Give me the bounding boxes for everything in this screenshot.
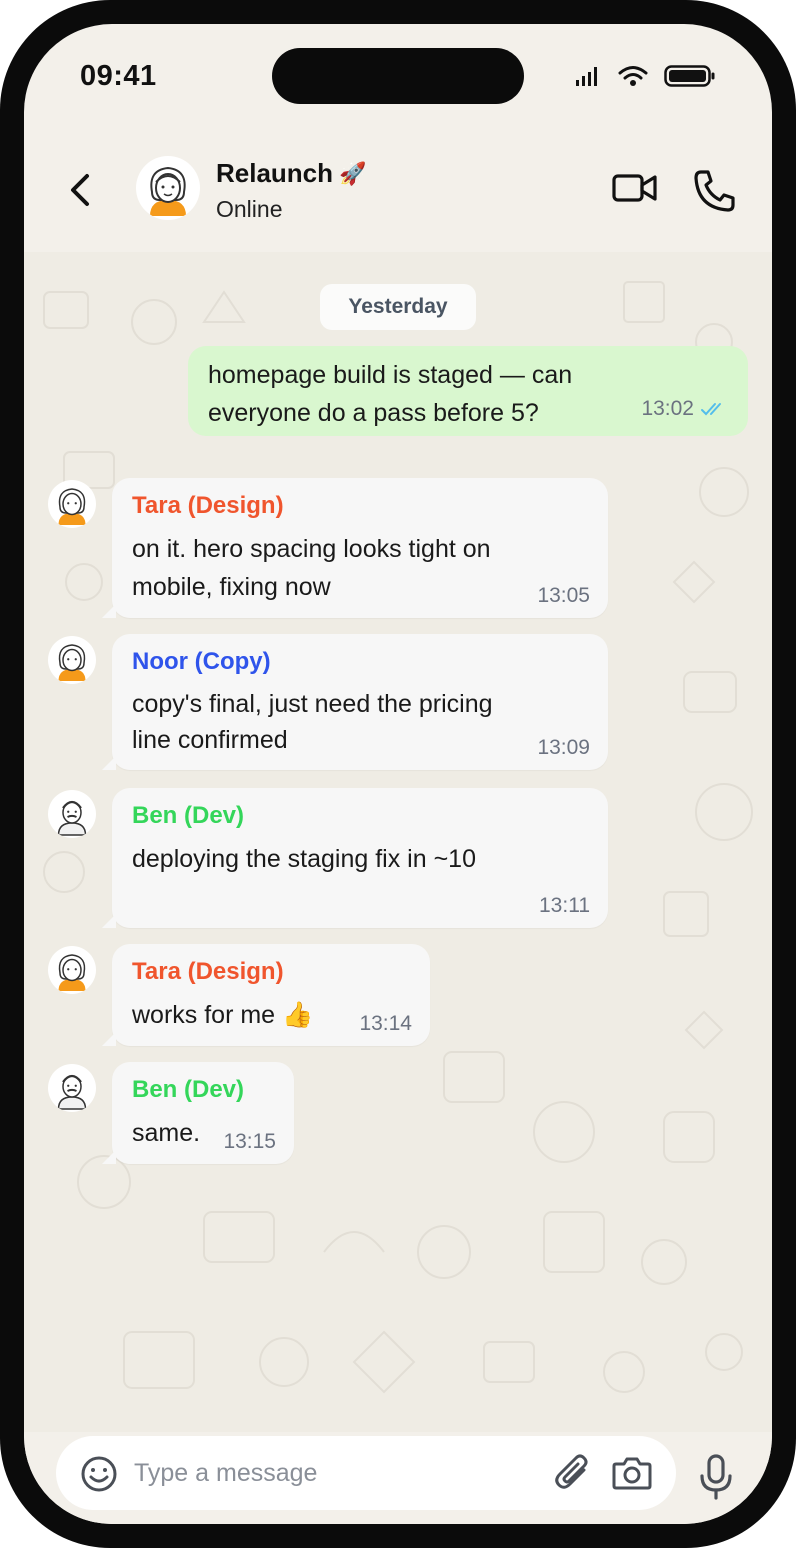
chat-header: Relaunch 🚀 Online bbox=[24, 130, 772, 252]
message-text: on it. hero spacing looks tight on mobil… bbox=[132, 530, 588, 606]
voice-call-button[interactable] bbox=[692, 168, 738, 219]
sender-name: Noor (Copy) bbox=[132, 648, 271, 675]
outgoing-time: 13:02 bbox=[641, 397, 694, 420]
status-time: 09:41 bbox=[80, 60, 157, 92]
message-line: mobile, fixing now bbox=[132, 573, 331, 601]
incoming-message[interactable]: Ben (Dev) same. 13:15 bbox=[102, 1062, 294, 1164]
message-line: line confirmed bbox=[132, 726, 288, 754]
emoji-icon bbox=[81, 1456, 117, 1492]
woman-avatar-icon bbox=[58, 488, 86, 525]
sender-avatar[interactable] bbox=[48, 946, 96, 994]
attach-button[interactable] bbox=[554, 1454, 594, 1499]
date-separator: Yesterday bbox=[320, 284, 476, 330]
wifi-icon bbox=[618, 66, 648, 86]
man-avatar-icon bbox=[57, 1074, 87, 1110]
woman-avatar-icon bbox=[58, 644, 86, 681]
composer-bar bbox=[24, 1432, 772, 1524]
emoji-button[interactable] bbox=[80, 1455, 118, 1498]
outgoing-message[interactable]: homepage build is staged — can everyone … bbox=[188, 346, 748, 436]
sender-avatar[interactable] bbox=[48, 480, 96, 528]
sender-name: Tara (Design) bbox=[132, 958, 284, 985]
sender-name: Ben (Dev) bbox=[132, 1076, 245, 1103]
outgoing-meta: 13:02 bbox=[641, 390, 728, 428]
incoming-message[interactable]: Ben (Dev) deploying the staging fix in ~… bbox=[102, 788, 608, 928]
outgoing-text-line1: homepage build is staged — can bbox=[208, 361, 573, 389]
phone-frame: 09:41 Relaunch 🚀 Online Yesterday homepa… bbox=[0, 0, 796, 1548]
woman-avatar-icon bbox=[58, 954, 86, 991]
message-text: deploying the staging fix in ~10 bbox=[132, 840, 588, 878]
phone-icon bbox=[694, 170, 735, 212]
incoming-message[interactable]: Noor (Copy) copy's final, just need the … bbox=[102, 634, 608, 770]
message-time: 13:09 bbox=[537, 736, 590, 759]
double-check-icon bbox=[701, 403, 721, 416]
sender-avatar[interactable] bbox=[48, 636, 96, 684]
sender-name: Tara (Design) bbox=[132, 492, 284, 519]
battery-icon bbox=[664, 65, 715, 87]
message-time: 13:11 bbox=[539, 894, 590, 917]
sender-avatar[interactable] bbox=[48, 1064, 96, 1112]
message-input[interactable] bbox=[134, 1454, 514, 1492]
incoming-message[interactable]: Tara (Design) on it. hero spacing looks … bbox=[102, 478, 608, 618]
chat-status: Online bbox=[216, 196, 283, 222]
paperclip-icon bbox=[555, 1454, 588, 1489]
back-button[interactable] bbox=[62, 170, 98, 210]
message-text: copy's final, just need the pricing line… bbox=[132, 686, 588, 758]
back-chevron-icon bbox=[71, 174, 89, 206]
camera-button[interactable] bbox=[612, 1456, 652, 1495]
woman-avatar-icon bbox=[150, 166, 186, 216]
voice-message-button[interactable] bbox=[696, 1454, 736, 1505]
rocket-emoji: 🚀 bbox=[339, 160, 367, 186]
video-camera-icon bbox=[612, 174, 657, 202]
dynamic-island bbox=[272, 48, 524, 104]
message-line: deploying the staging fix in ~10 bbox=[132, 845, 476, 873]
group-avatar[interactable] bbox=[136, 156, 200, 220]
man-avatar-icon bbox=[57, 800, 87, 836]
chat-title[interactable]: Relaunch 🚀 bbox=[216, 158, 366, 189]
camera-icon bbox=[612, 1457, 652, 1490]
message-time: 13:14 bbox=[359, 1012, 412, 1035]
incoming-message[interactable]: Tara (Design) works for me 👍 13:14 bbox=[102, 944, 430, 1046]
status-icons bbox=[576, 64, 716, 88]
screen: 09:41 Relaunch 🚀 Online Yesterday homepa… bbox=[24, 24, 772, 1524]
message-line: copy's final, just need the pricing bbox=[132, 690, 493, 718]
signal-icon bbox=[576, 67, 597, 86]
message-time: 13:05 bbox=[537, 584, 590, 607]
message-line: on it. hero spacing looks tight on bbox=[132, 535, 491, 563]
composer-field bbox=[56, 1436, 676, 1510]
chat-area[interactable]: Yesterday homepage build is staged — can… bbox=[24, 252, 772, 1432]
message-time: 13:15 bbox=[223, 1130, 276, 1153]
chat-title-text: Relaunch bbox=[216, 158, 334, 188]
video-call-button[interactable] bbox=[612, 172, 658, 209]
sender-avatar[interactable] bbox=[48, 790, 96, 838]
sender-name: Ben (Dev) bbox=[132, 802, 245, 829]
microphone-icon bbox=[700, 1454, 732, 1500]
